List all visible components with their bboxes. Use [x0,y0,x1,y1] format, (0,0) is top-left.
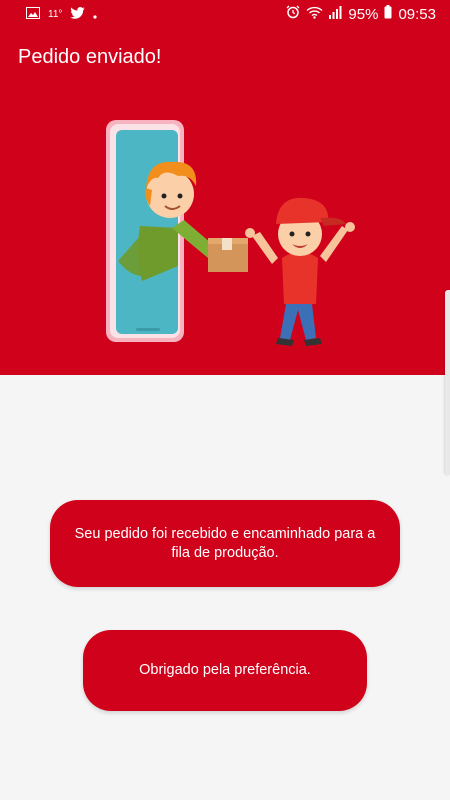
alarm-icon [286,5,300,23]
status-bar-right: 95% 09:53 [286,5,436,23]
delivery-illustration [106,120,355,346]
clock-time: 09:53 [398,5,436,23]
wifi-icon [306,6,323,23]
thanks-message: Obrigado pela preferência. [83,630,367,711]
twitter-icon [70,6,86,23]
edge-panel-handle[interactable] [445,290,450,475]
thanks-text: Obrigado pela preferência. [139,662,311,678]
battery-icon [384,5,392,23]
weather-temperature: 11° [48,8,63,20]
order-received-text: Seu pedido foi recebido e encaminhado pa… [74,525,376,561]
package-icon [208,238,248,272]
page-title: Pedido enviado! [18,46,162,68]
status-bar-left: 11° [26,6,97,23]
gallery-icon [26,6,40,23]
header: Pedido enviado! [0,28,450,375]
order-received-message: Seu pedido foi recebido e encaminhado pa… [50,500,400,587]
battery-percent: 95% [348,5,379,23]
status-bar: 11° 95% 09:53 [0,0,450,28]
dot-icon [93,6,97,23]
delivery-boy-icon [245,197,355,346]
signal-icon [329,5,342,23]
